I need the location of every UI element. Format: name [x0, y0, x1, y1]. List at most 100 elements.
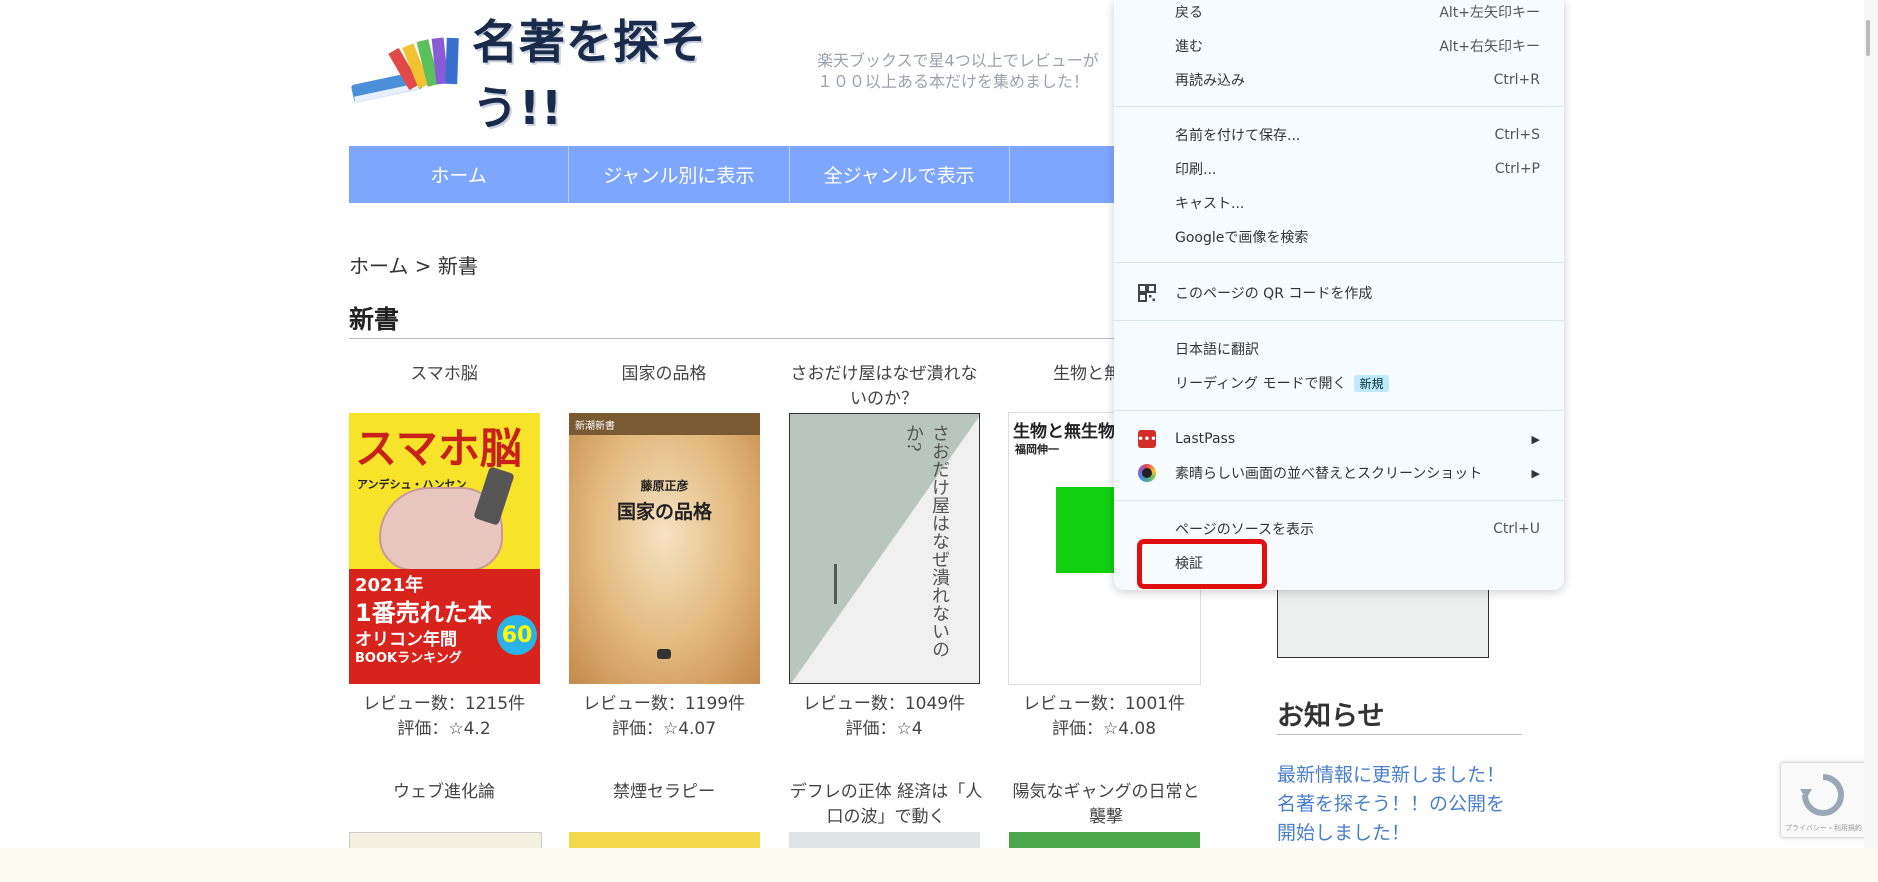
cover-title: スマホ脳 — [355, 424, 522, 473]
menu-item-search-image[interactable]: Googleで画像を検索 — [1114, 222, 1564, 252]
logo-text: 名著を探そう!! — [472, 15, 707, 135]
book-title[interactable]: さおだけ屋はなぜ潰れないのか？ — [786, 362, 982, 412]
book-stats: レビュー数：1199件 評価：☆4.07 — [566, 692, 762, 742]
menu-item-label: 再読み込み — [1175, 73, 1245, 89]
menu-separator — [1114, 106, 1564, 107]
nav-item-home[interactable]: ホーム — [349, 146, 570, 203]
cover-author: 藤原正彦 — [640, 479, 689, 493]
cover-title: 国家の品格 — [616, 501, 712, 523]
notice-link[interactable]: 名著を探そう！！の公開を — [1277, 789, 1505, 816]
menu-item-translate[interactable]: 日本語に翻訳 — [1114, 334, 1564, 364]
site-logo[interactable]: 名著を探そう!! — [350, 15, 770, 135]
menu-separator — [1114, 320, 1564, 321]
menu-separator — [1114, 410, 1564, 411]
qr-code-icon — [1138, 284, 1156, 302]
review-count: レビュー数：1001件 — [1022, 694, 1186, 714]
menu-item-shortcut: Ctrl+U — [1493, 521, 1540, 537]
rating: 評価：☆4 — [845, 719, 923, 739]
menu-item-label: 日本語に翻訳 — [1175, 342, 1259, 358]
cover-title: 生物と無生物 — [1013, 422, 1115, 442]
lastpass-icon: ••• — [1137, 430, 1157, 448]
book-stats: レビュー数：1049件 評価：☆4 — [786, 692, 982, 742]
menu-item-shortcut: Alt+左矢印キー — [1439, 5, 1540, 21]
nav-bar: ホーム ジャンル別に表示 全ジャンルで表示 — [349, 146, 1229, 203]
notice-divider — [1277, 734, 1522, 735]
menu-item-label: 印刷... — [1175, 162, 1217, 178]
section-divider — [349, 338, 1209, 339]
menu-item-lastpass[interactable]: ••• LastPass ▶ — [1114, 424, 1564, 454]
menu-item-label: 名前を付けて保存... — [1175, 128, 1301, 144]
menu-item-shortcut: Ctrl+P — [1494, 161, 1540, 177]
inspect-highlight-box — [1137, 539, 1267, 589]
new-badge: 新規 — [1354, 375, 1389, 392]
scrollbar[interactable] — [1864, 0, 1878, 848]
tagline-line1: 楽天ブックスで星4つ以上でレビューが — [817, 51, 1099, 70]
menu-item-label: ページのソースを表示 — [1175, 522, 1315, 538]
menu-item-shortcut: Alt+右矢印キー — [1439, 39, 1540, 55]
menu-item-shortcut: Ctrl+R — [1493, 72, 1540, 88]
notice-link[interactable]: 開始しました！ — [1277, 818, 1410, 845]
menu-item-label: 戻る — [1175, 5, 1203, 21]
menu-item-label: Googleで画像を検索 — [1175, 230, 1309, 246]
menu-item-reading-mode[interactable]: リーディング モードで開く 新規 — [1114, 368, 1564, 398]
menu-item-label: このページの QR コードを作成 — [1175, 286, 1373, 302]
menu-separator — [1114, 500, 1564, 501]
menu-item-label: 進む — [1175, 39, 1203, 55]
menu-item-screenshot[interactable]: 素晴らしい画面の並べ替えとスクリーンショット ▶ — [1114, 458, 1564, 488]
menu-item-label: LastPass — [1175, 431, 1236, 447]
books-logo-icon — [350, 34, 466, 110]
book-stats: レビュー数：1001件 評価：☆4.08 — [1006, 692, 1202, 742]
book-title[interactable]: 禁煙セラピー — [566, 780, 762, 805]
book-title[interactable]: ウェブ進化論 — [346, 780, 542, 805]
review-count: レビュー数：1215件 — [362, 694, 526, 714]
rank-badge: 60 — [497, 615, 537, 655]
section-title: 新書 — [349, 305, 400, 334]
notice-title: お知らせ — [1277, 701, 1385, 732]
book-cover[interactable]: スマホ脳 アンデシュ・ハンセン 2021年 1番売れた本 オリコン年間 BOOK… — [349, 413, 540, 684]
context-menu: 戻る Alt+左矢印キー 進む Alt+右矢印キー 再読み込み Ctrl+R 名… — [1114, 0, 1564, 590]
menu-item-cast[interactable]: キャスト... — [1114, 188, 1564, 218]
menu-item-label: リーディング モードで開く 新規 — [1175, 373, 1389, 393]
book-title[interactable]: 陽気なギャングの日常と襲撃 — [1006, 780, 1206, 830]
book-card[interactable]: 国家の品格 — [566, 362, 762, 412]
scroll-thumb[interactable] — [1866, 20, 1870, 56]
rating: 評価：☆4.2 — [397, 719, 491, 739]
menu-item-shortcut: Ctrl+S — [1494, 127, 1540, 143]
publisher-text — [1009, 627, 1200, 630]
book-stats: レビュー数：1215件 評価：☆4.2 — [346, 692, 542, 742]
menu-item-save-as[interactable]: 名前を付けて保存... Ctrl+S — [1114, 120, 1564, 150]
cover-series: 新潮新書 — [575, 421, 615, 432]
recaptcha-icon — [1800, 774, 1844, 816]
menu-item-back[interactable]: 戻る Alt+左矢印キー — [1114, 0, 1564, 27]
menu-item-reload[interactable]: 再読み込み Ctrl+R — [1114, 65, 1564, 95]
menu-separator — [1114, 262, 1564, 263]
tagline-line2: １００以上ある本だけを集めました！ — [817, 72, 1090, 91]
review-count: レビュー数：1049件 — [802, 694, 966, 714]
bottom-strip — [0, 848, 1878, 882]
screenshot-extension-icon — [1138, 464, 1156, 482]
book-title[interactable]: スマホ脳 — [346, 362, 542, 412]
book-title[interactable]: 国家の品格 — [566, 362, 762, 412]
nav-item-by-genre[interactable]: ジャンル別に表示 — [569, 146, 790, 203]
book-cover[interactable]: さおだけ屋はなぜ潰れないのか? — [789, 413, 980, 684]
submenu-arrow-icon: ▶ — [1531, 466, 1540, 480]
breadcrumb[interactable]: ホーム > 新書 — [349, 250, 478, 279]
cover-title: さおだけ屋はなぜ潰れないのか? — [903, 424, 950, 658]
menu-item-text: リーディング モードで開く — [1175, 376, 1347, 392]
menu-item-qr-code[interactable]: このページの QR コードを作成 — [1114, 278, 1564, 308]
menu-item-print[interactable]: 印刷... Ctrl+P — [1114, 154, 1564, 184]
nav-item-all-genres[interactable]: 全ジャンルで表示 — [790, 146, 1010, 203]
book-card[interactable]: さおだけ屋はなぜ潰れないのか？ — [786, 362, 982, 412]
recaptcha-text[interactable]: プライバシー・利用規約 — [1785, 823, 1862, 833]
tagline: 楽天ブックスで星4つ以上でレビューが １００以上ある本だけを集めました！ — [817, 50, 1117, 92]
rating: 評価：☆4.07 — [611, 719, 717, 739]
cover-tag: 1番売れた本 — [355, 599, 492, 627]
book-card[interactable]: スマホ脳 — [346, 362, 542, 412]
menu-item-label: キャスト... — [1175, 196, 1245, 212]
notice-link[interactable]: 最新情報に更新しました！ — [1277, 760, 1505, 787]
review-count: レビュー数：1199件 — [582, 694, 746, 714]
recaptcha-badge[interactable]: プライバシー・利用規約 — [1780, 762, 1866, 838]
book-cover[interactable]: 新潮新書 藤原正彦 国家の品格 — [569, 413, 760, 684]
book-title[interactable]: デフレの正体 経済は「人口の波」で動く — [786, 780, 986, 830]
menu-item-forward[interactable]: 進む Alt+右矢印キー — [1114, 31, 1564, 61]
